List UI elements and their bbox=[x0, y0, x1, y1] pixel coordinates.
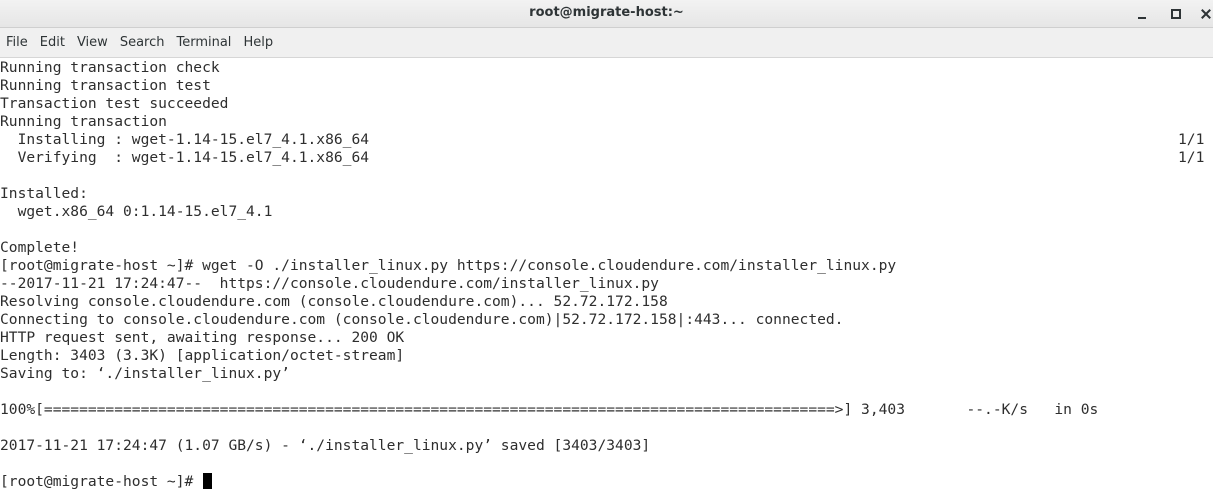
title-bar[interactable]: root@migrate-host:~ bbox=[0, 0, 1213, 28]
terminal-line: Resolving console.cloudendure.com (conso… bbox=[0, 293, 668, 310]
text-cursor bbox=[203, 473, 213, 489]
close-button[interactable] bbox=[1192, 0, 1213, 28]
terminal-line: [root@migrate-host ~]# wget -O ./install… bbox=[0, 257, 897, 274]
terminal-line: Transaction test succeeded bbox=[0, 95, 229, 112]
terminal-line: Running transaction check bbox=[0, 59, 220, 76]
terminal-line: 100%[===================================… bbox=[0, 401, 1099, 418]
menu-view[interactable]: View bbox=[71, 28, 114, 58]
menu-help[interactable]: Help bbox=[237, 28, 279, 58]
menu-terminal[interactable]: Terminal bbox=[170, 28, 237, 58]
terminal-line: Running transaction test bbox=[0, 77, 211, 94]
terminal-line: Installed: bbox=[0, 185, 88, 202]
minimize-button[interactable] bbox=[1128, 0, 1156, 28]
terminal-line: Saving to: ‘./installer_linux.py’ bbox=[0, 365, 290, 382]
terminal-window: root@migrate-host:~ File Edit View Searc… bbox=[0, 0, 1213, 490]
menu-bar: File Edit View Search Terminal Help bbox=[0, 28, 1213, 58]
terminal-line: Running transaction bbox=[0, 113, 167, 130]
terminal-line: wget.x86_64 0:1.14-15.el7_4.1 bbox=[0, 203, 273, 220]
maximize-icon bbox=[1171, 9, 1181, 19]
terminal-line: Length: 3403 (3.3K) [application/octet-s… bbox=[0, 347, 405, 364]
terminal-line: Installing : wget-1.14-15.el7_4.1.x86_64 bbox=[0, 131, 370, 148]
terminal-line: --2017-11-21 17:24:47-- https://console.… bbox=[0, 275, 659, 292]
terminal-line: 2017-11-21 17:24:47 (1.07 GB/s) - ‘./ins… bbox=[0, 437, 651, 454]
verify-progress: 1/1 bbox=[1178, 149, 1205, 166]
terminal-line: Verifying : wget-1.14-15.el7_4.1.x86_64 bbox=[0, 149, 370, 166]
terminal-output[interactable]: Running transaction check Running transa… bbox=[0, 58, 1213, 490]
terminal-line: HTTP request sent, awaiting response... … bbox=[0, 329, 405, 346]
menu-file[interactable]: File bbox=[0, 28, 34, 58]
prompt-text: [root@migrate-host ~]# bbox=[0, 473, 203, 490]
terminal-line: Complete! bbox=[0, 239, 80, 256]
maximize-button[interactable] bbox=[1162, 0, 1190, 28]
menu-search[interactable]: Search bbox=[114, 28, 171, 58]
close-icon bbox=[1201, 9, 1211, 19]
minimize-icon bbox=[1138, 17, 1146, 19]
prompt-line[interactable]: [root@migrate-host ~]# bbox=[0, 473, 213, 490]
window-title: root@migrate-host:~ bbox=[529, 5, 684, 20]
menu-edit[interactable]: Edit bbox=[34, 28, 71, 58]
install-progress: 1/1 bbox=[1178, 131, 1205, 148]
terminal-line: Connecting to console.cloudendure.com (c… bbox=[0, 311, 844, 328]
